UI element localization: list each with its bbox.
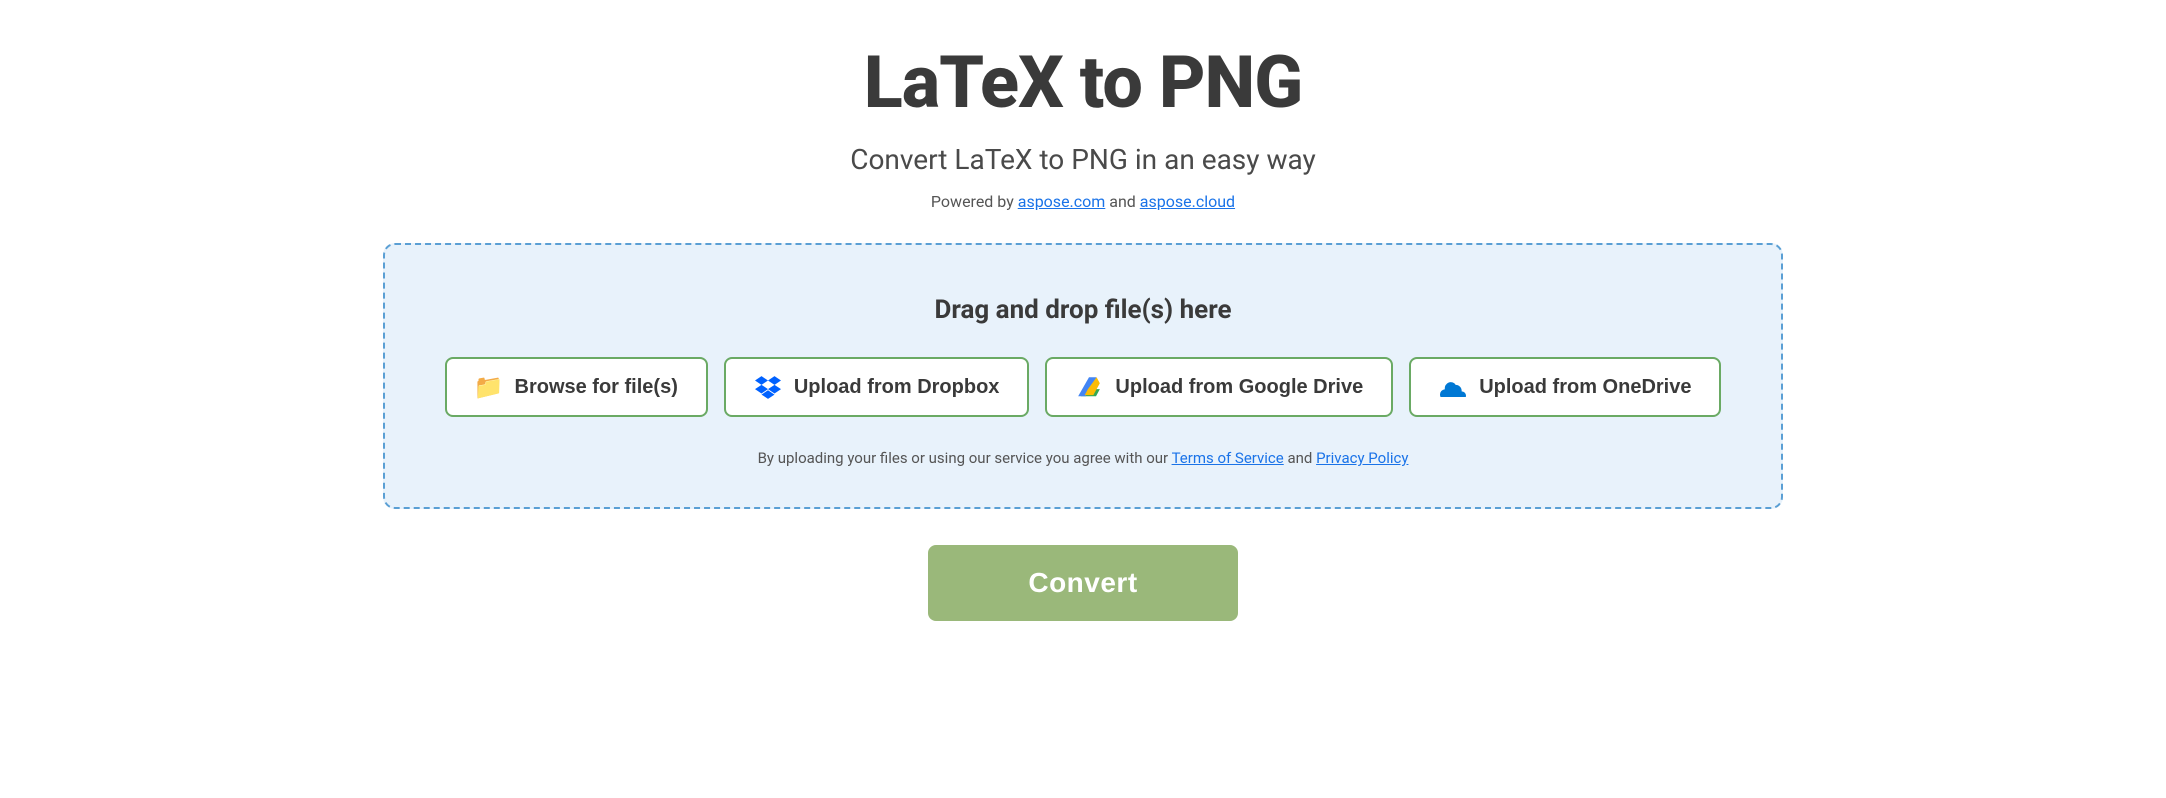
upload-buttons-container: 📁 Browse for file(s) Upload from Dropbox… — [425, 357, 1741, 417]
terms-separator: and — [1287, 449, 1316, 467]
drag-drop-label: Drag and drop file(s) here — [934, 295, 1231, 325]
dropbox-button-label: Upload from Dropbox — [794, 376, 1000, 399]
dropbox-button[interactable]: Upload from Dropbox — [724, 357, 1030, 417]
page-title: LaTeX to PNG — [864, 40, 1303, 125]
google-drive-icon — [1075, 373, 1103, 401]
terms-text: By uploading your files or using our ser… — [758, 449, 1409, 467]
powered-by-separator: and — [1109, 192, 1140, 211]
convert-button[interactable]: Convert — [928, 545, 1237, 621]
onedrive-icon — [1439, 373, 1467, 401]
powered-by-text: Powered by — [931, 192, 1018, 211]
browse-button-label: Browse for file(s) — [515, 376, 678, 399]
browse-button[interactable]: 📁 Browse for file(s) — [445, 357, 708, 417]
dropbox-icon — [754, 373, 782, 401]
terms-prefix: By uploading your files or using our ser… — [758, 449, 1172, 467]
google-drive-button[interactable]: Upload from Google Drive — [1045, 357, 1393, 417]
privacy-policy-link[interactable]: Privacy Policy — [1316, 449, 1408, 467]
aspose-com-link[interactable]: aspose.com — [1018, 192, 1106, 211]
powered-by: Powered by aspose.com and aspose.cloud — [931, 192, 1235, 211]
onedrive-button-label: Upload from OneDrive — [1479, 376, 1691, 399]
terms-of-service-link[interactable]: Terms of Service — [1172, 449, 1284, 467]
aspose-cloud-link[interactable]: aspose.cloud — [1140, 192, 1235, 211]
page-subtitle: Convert LaTeX to PNG in an easy way — [850, 143, 1316, 176]
google-drive-button-label: Upload from Google Drive — [1115, 376, 1363, 399]
onedrive-button[interactable]: Upload from OneDrive — [1409, 357, 1721, 417]
drop-zone[interactable]: Drag and drop file(s) here 📁 Browse for … — [383, 243, 1783, 509]
folder-icon: 📁 — [475, 373, 503, 401]
